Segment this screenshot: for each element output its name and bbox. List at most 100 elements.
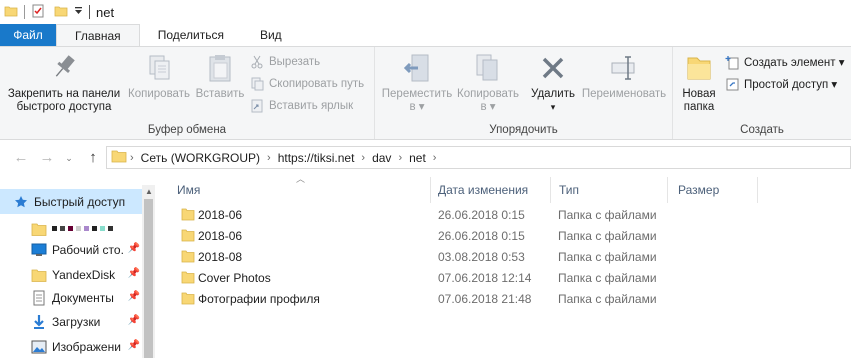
tab-home[interactable]: Главная xyxy=(56,24,140,46)
pin-icon[interactable]: 📌 xyxy=(128,291,140,302)
column-header-type[interactable]: Тип xyxy=(551,177,668,203)
move-to-label-line1: Переместить xyxy=(381,88,453,100)
new-folder-icon xyxy=(682,51,716,85)
back-arrow-icon[interactable]: ← xyxy=(10,146,32,168)
file-name: 2018-06 xyxy=(198,208,243,222)
easy-access-button[interactable]: Простой доступ ▾ xyxy=(724,75,837,93)
copy-path-button[interactable]: Скопировать путь xyxy=(249,75,364,93)
scroll-up-arrow-icon[interactable]: ▲ xyxy=(145,187,153,196)
file-row[interactable]: 2018-08 03.08.2018 0:53 Папка с файлами xyxy=(155,247,851,268)
tab-file[interactable]: Файл xyxy=(0,24,56,46)
file-name: 2018-06 xyxy=(198,229,243,243)
nav-quick-access[interactable]: Быстрый доступ xyxy=(0,189,142,214)
breadcrumb-chevron-icon[interactable]: › xyxy=(398,152,402,164)
paste-button[interactable]: Вставить xyxy=(194,51,246,101)
quick-access-toolbar xyxy=(4,4,83,21)
pin-label-line1: Закрепить на панели xyxy=(7,88,121,100)
nav-item-label: Загрузки xyxy=(52,314,101,329)
pin-icon[interactable]: 📌 xyxy=(128,268,140,279)
tab-view[interactable]: Вид xyxy=(242,24,300,46)
scissors-icon xyxy=(249,54,265,70)
pictures-icon xyxy=(31,339,47,355)
folder-icon xyxy=(181,250,195,263)
pin-icon[interactable]: 📌 xyxy=(128,243,140,254)
breadcrumb-chevron-icon[interactable]: › xyxy=(361,152,365,164)
new-item-icon xyxy=(724,54,740,70)
file-row[interactable]: Cover Photos 07.06.2018 12:14 Папка с фа… xyxy=(155,268,851,289)
file-type: Папка с файлами xyxy=(558,271,657,285)
easy-access-icon xyxy=(724,76,740,92)
copy-to-button[interactable]: Копировать в ▾ xyxy=(453,51,523,114)
breadcrumb-network[interactable]: Сеть (WORKGROUP) xyxy=(141,151,260,165)
nav-pane-scrollbar[interactable]: ▲ xyxy=(142,185,155,358)
file-date: 26.06.2018 0:15 xyxy=(438,229,525,243)
file-date: 07.06.2018 21:48 xyxy=(438,292,532,306)
rename-button[interactable]: Переименовать xyxy=(579,51,669,101)
delete-dropdown-arrow[interactable]: ▾ xyxy=(551,101,556,114)
folder-icon xyxy=(111,149,127,166)
scrollbar-thumb[interactable] xyxy=(144,199,153,358)
new-folder-icon[interactable] xyxy=(54,4,68,21)
column-header-date[interactable]: Дата изменения xyxy=(431,177,551,203)
title-bar: net xyxy=(0,0,851,24)
recent-locations-chevron-icon[interactable]: ⌄ xyxy=(58,147,80,169)
nav-item-label: Документы xyxy=(52,290,114,305)
new-folder-label-line1: Новая xyxy=(682,88,716,100)
pin-icon[interactable]: 📌 xyxy=(128,315,140,326)
delete-button[interactable]: Удалить ▾ xyxy=(527,51,579,114)
folder-icon xyxy=(181,292,195,305)
breadcrumb-chevron-icon[interactable]: › xyxy=(130,152,134,164)
star-icon xyxy=(13,194,29,210)
breadcrumb-host[interactable]: https://tiksi.net xyxy=(278,151,355,165)
breadcrumb-net[interactable]: net xyxy=(409,151,426,165)
copy-button[interactable]: Копировать xyxy=(125,51,193,101)
folder-icon xyxy=(4,4,18,21)
new-folder-label-line2: папка xyxy=(683,101,715,113)
file-date: 26.06.2018 0:15 xyxy=(438,208,525,222)
file-row[interactable]: 2018-06 26.06.2018 0:15 Папка с файлами xyxy=(155,205,851,226)
move-to-label-line2: в ▾ xyxy=(409,101,425,113)
copy-to-label-line1: Копировать xyxy=(457,88,519,100)
breadcrumb-chevron-icon[interactable]: › xyxy=(267,152,271,164)
nav-item-desktop[interactable]: Рабочий сто. 📌 xyxy=(0,237,142,262)
nav-item-yandexdisk[interactable]: YandexDisk 📌 xyxy=(0,262,142,287)
divider xyxy=(89,5,90,19)
paste-shortcut-button[interactable]: Вставить ярлык xyxy=(249,97,353,115)
ribbon: Закрепить на панели быстрого доступа Коп… xyxy=(0,46,851,140)
pin-to-quick-access-button[interactable]: Закрепить на панели быстрого доступа xyxy=(6,51,122,114)
create-group: Новая папка Создать элемент ▾ Простой до… xyxy=(673,47,851,139)
file-row[interactable]: Фотографии профиля 07.06.2018 21:48 Папк… xyxy=(155,289,851,310)
breadcrumb-dav[interactable]: dav xyxy=(372,151,391,165)
forward-arrow-icon[interactable]: → xyxy=(36,146,58,168)
nav-item-downloads[interactable]: Загрузки 📌 xyxy=(0,309,142,334)
column-header-name[interactable]: Имя xyxy=(155,177,431,203)
rename-icon xyxy=(607,51,641,85)
paste-icon xyxy=(203,51,237,85)
cut-button[interactable]: Вырезать xyxy=(249,53,320,71)
pin-icon[interactable]: 📌 xyxy=(128,340,140,351)
new-folder-button[interactable]: Новая папка xyxy=(677,51,721,114)
documents-icon xyxy=(31,290,47,306)
tab-share[interactable]: Поделиться xyxy=(140,24,242,46)
address-bar[interactable]: › Сеть (WORKGROUP) › https://tiksi.net ›… xyxy=(106,146,851,169)
organize-group: Переместить в ▾ Копировать в ▾ Удалить ▾… xyxy=(375,47,673,139)
pin-label-line2: быстрого доступа xyxy=(16,101,112,113)
delete-label: Удалить xyxy=(531,88,575,100)
up-arrow-icon[interactable]: ↑ xyxy=(82,146,104,168)
move-to-button[interactable]: Переместить в ▾ xyxy=(381,51,453,114)
folder-icon xyxy=(31,267,47,283)
file-row[interactable]: 2018-06 26.06.2018 0:15 Папка с файлами xyxy=(155,226,851,247)
folder-icon xyxy=(31,221,47,237)
new-item-button[interactable]: Создать элемент ▾ xyxy=(724,53,845,71)
properties-icon[interactable] xyxy=(31,4,45,21)
copy-to-label-line2: в ▾ xyxy=(480,101,496,113)
nav-item-documents[interactable]: Документы 📌 xyxy=(0,285,142,310)
nav-item-pictures[interactable]: Изображени 📌 xyxy=(0,334,142,358)
customize-toolbar-icon[interactable] xyxy=(74,6,83,18)
pin-icon xyxy=(47,51,81,85)
nav-item-label: YandexDisk xyxy=(52,267,116,282)
column-header-size[interactable]: Размер xyxy=(668,177,758,203)
delete-x-icon xyxy=(536,51,570,85)
breadcrumb-chevron-icon[interactable]: › xyxy=(433,152,437,164)
create-group-label: Создать xyxy=(740,124,784,136)
